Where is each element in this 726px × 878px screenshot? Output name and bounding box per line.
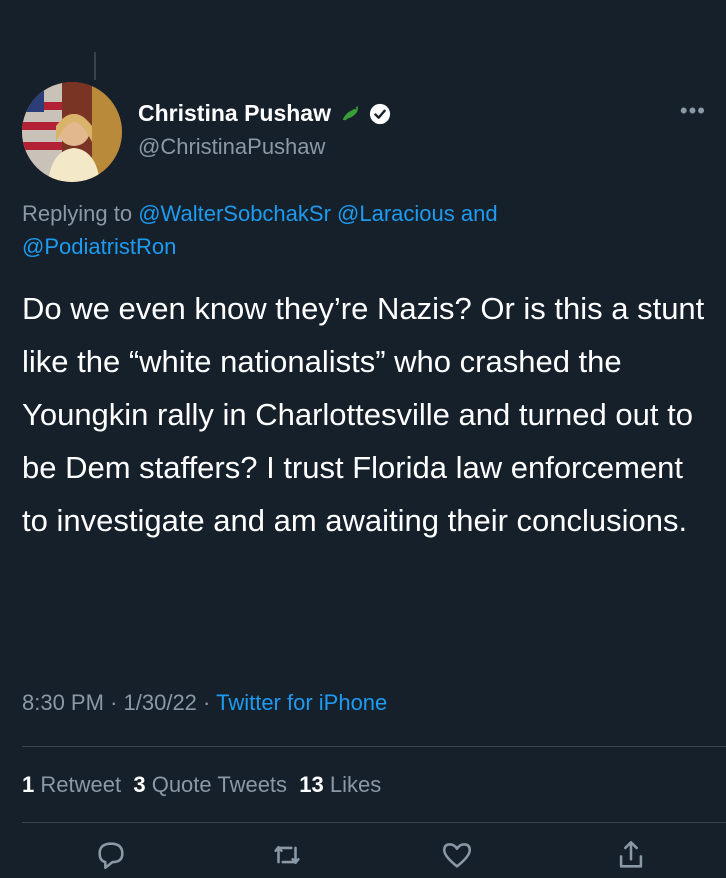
like-button[interactable] — [440, 838, 480, 878]
like-icon — [442, 843, 472, 868]
quotes-stat[interactable]: 3 Quote Tweets — [133, 772, 287, 797]
likes-count: 13 — [299, 772, 324, 797]
author-name-row: Christina Pushaw — [138, 100, 391, 127]
share-button[interactable] — [614, 838, 654, 878]
share-icon — [619, 840, 643, 868]
retweets-count: 1 — [22, 772, 35, 797]
retweets-stat[interactable]: 1 Retweet — [22, 772, 121, 797]
replying-prefix: Replying to — [22, 201, 133, 226]
tweet-time[interactable]: 8:30 PM — [22, 690, 104, 715]
retweets-label: Retweet — [40, 772, 122, 797]
replying-to-line: Replying to @WalterSobchakSr @Laracious … — [22, 197, 702, 263]
quotes-label: Quote Tweets — [151, 772, 288, 797]
mention-link-and[interactable]: and — [461, 201, 498, 226]
divider — [22, 746, 726, 747]
author-name[interactable]: Christina Pushaw — [138, 100, 331, 127]
author-handle[interactable]: @ChristinaPushaw — [138, 134, 325, 160]
more-icon[interactable]: ••• — [680, 98, 706, 124]
mention-link[interactable]: @WalterSobchakSr — [138, 201, 331, 226]
divider — [22, 822, 726, 823]
tweet-source[interactable]: Twitter for iPhone — [216, 690, 387, 715]
thread-connector-line — [94, 52, 96, 80]
retweet-button[interactable] — [270, 838, 310, 878]
tweet-stats: 1 Retweet 3 Quote Tweets 13 Likes — [22, 772, 381, 798]
tweet-text: Do we even know they’re Nazis? Or is thi… — [22, 291, 705, 538]
retweet-icon — [274, 845, 300, 865]
avatar-image — [22, 82, 122, 182]
reply-button[interactable] — [94, 838, 134, 878]
verified-badge-icon — [369, 103, 391, 124]
likes-label: Likes — [329, 772, 382, 797]
likes-stat[interactable]: 13 Likes — [299, 772, 381, 797]
mention-link[interactable]: @PodiatristRon — [22, 234, 176, 259]
tweet-meta: 8:30 PM · 1/30/22 · Twitter for iPhone — [22, 690, 387, 716]
meta-separator: · — [203, 690, 211, 715]
quotes-count: 3 — [133, 772, 146, 797]
reply-icon — [98, 842, 124, 870]
meta-separator: · — [110, 690, 118, 715]
mention-link[interactable]: @Laracious — [337, 201, 455, 226]
avatar[interactable] — [22, 82, 122, 182]
tweet-date[interactable]: 1/30/22 — [124, 690, 197, 715]
lizard-emoji-icon — [342, 105, 358, 120]
action-bar — [0, 838, 726, 878]
